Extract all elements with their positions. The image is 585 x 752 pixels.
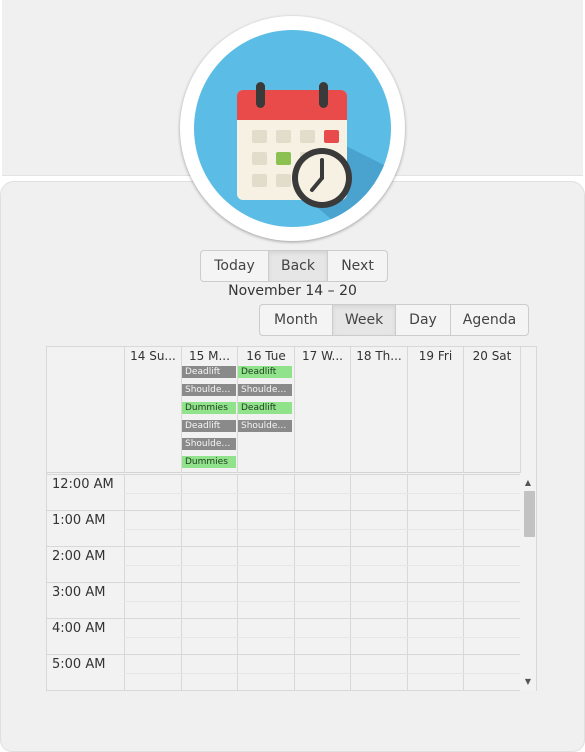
all-day-event[interactable]: Deadlift [238, 366, 292, 378]
all-day-event[interactable]: Shoulder ... [238, 420, 292, 432]
navigation-buttons: Today Back Next [200, 250, 388, 282]
view-month-button[interactable]: Month [259, 304, 333, 336]
time-label: 2:00 AM [52, 549, 106, 564]
scroll-thumb[interactable] [524, 491, 535, 537]
all-day-event[interactable]: Dummies [182, 402, 236, 414]
time-label: 12:00 AM [52, 477, 114, 492]
all-day-cell [407, 366, 463, 473]
time-label: 4:00 AM [52, 621, 106, 636]
all-day-cell [350, 366, 407, 473]
day-header-mon[interactable]: 15 M... [181, 347, 237, 366]
half-hour-line [124, 637, 521, 638]
all-day-event[interactable]: Dummies [182, 456, 236, 468]
all-day-cell [294, 366, 350, 473]
date-range-label: November 14 – 20 [228, 283, 357, 299]
all-day-event[interactable]: Shoulder ... [238, 384, 292, 396]
day-header-fri[interactable]: 19 Fri [407, 347, 463, 366]
half-hour-line [124, 565, 521, 566]
app-logo [180, 16, 405, 241]
all-day-event[interactable]: Shoulder ... [182, 438, 236, 450]
triangle-down-icon[interactable]: ▼ [520, 675, 536, 689]
time-grid: 12:00 AM 1:00 AM 2:00 AM 3:00 AM 4:00 AM… [47, 474, 521, 691]
all-day-event[interactable]: Shoulder ... [182, 384, 236, 396]
day-header-tue[interactable]: 16 Tue [237, 347, 294, 366]
all-day-event[interactable]: Deadlift [182, 366, 236, 378]
all-day-row: Deadlift Shoulder ... Dummies Deadlift Shoul… [47, 366, 521, 473]
view-agenda-button[interactable]: Agenda [450, 304, 529, 336]
half-hour-line [124, 493, 521, 494]
time-label: 3:00 AM [52, 585, 106, 600]
day-header-thu[interactable]: 18 Th... [350, 347, 407, 366]
time-row[interactable]: 4:00 AM [47, 618, 521, 654]
view-switcher: Month Week Day Agenda [259, 304, 529, 336]
all-day-cell [124, 366, 181, 473]
half-hour-line [124, 601, 521, 602]
day-header-sun[interactable]: 14 Su... [124, 347, 181, 366]
vertical-scrollbar[interactable]: ▲ ▼ [520, 474, 536, 691]
next-button[interactable]: Next [327, 250, 388, 282]
time-row[interactable]: 12:00 AM [47, 474, 521, 510]
day-header-row: 14 Su... 15 M... 16 Tue 17 W... 18 Th...… [47, 347, 521, 366]
time-row[interactable]: 2:00 AM [47, 546, 521, 582]
half-hour-line [124, 673, 521, 674]
time-row[interactable]: 1:00 AM [47, 510, 521, 546]
triangle-up-icon[interactable]: ▲ [520, 476, 536, 490]
today-button[interactable]: Today [200, 250, 269, 282]
time-row[interactable]: 3:00 AM [47, 582, 521, 618]
day-header-sat[interactable]: 20 Sat [463, 347, 521, 366]
all-day-cell [463, 366, 521, 473]
time-label: 5:00 AM [52, 657, 106, 672]
time-row[interactable]: 5:00 AM [47, 654, 521, 690]
view-week-button[interactable]: Week [332, 304, 396, 336]
calendar-clock-icon [194, 30, 391, 227]
week-calendar: 14 Su... 15 M... 16 Tue 17 W... 18 Th...… [46, 346, 537, 691]
all-day-event[interactable]: Deadlift [238, 402, 292, 414]
back-button[interactable]: Back [268, 250, 328, 282]
day-header-wed[interactable]: 17 W... [294, 347, 350, 366]
all-day-event[interactable]: Deadlift [182, 420, 236, 432]
time-label: 1:00 AM [52, 513, 106, 528]
half-hour-line [124, 529, 521, 530]
view-day-button[interactable]: Day [395, 304, 451, 336]
